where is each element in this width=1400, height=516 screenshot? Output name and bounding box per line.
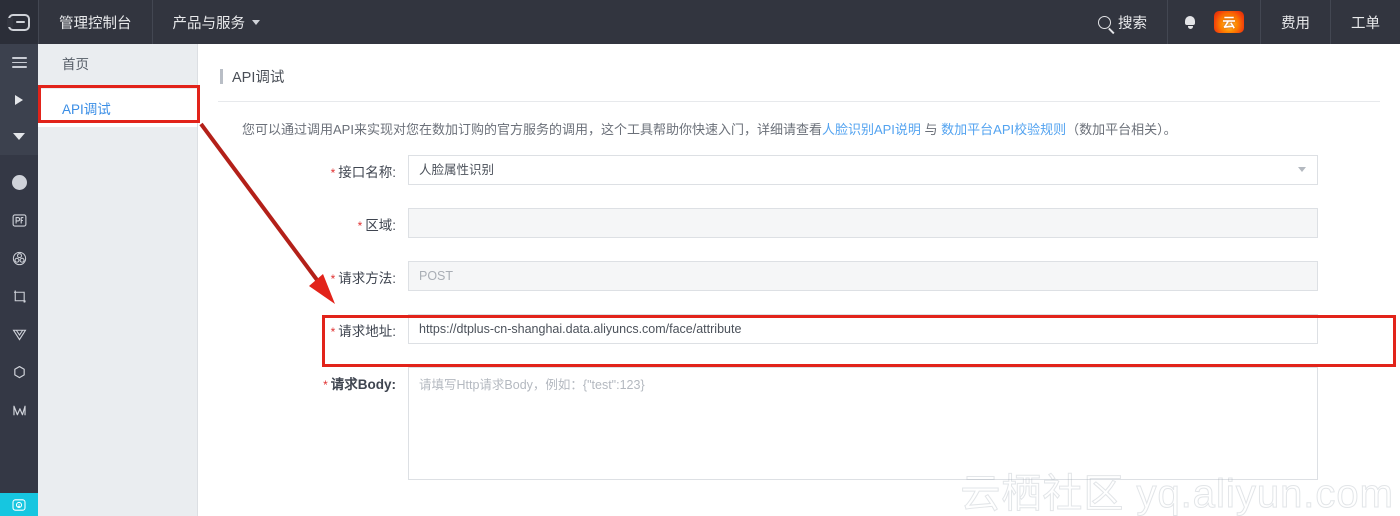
chart-zigzag-icon[interactable] xyxy=(0,391,38,429)
main-content: API调试 您可以通过调用API来实现对您在数加订购的官方服务的调用，这个工具帮… xyxy=(198,44,1400,516)
sidebar-item-api-debug[interactable]: API调试 xyxy=(38,89,197,127)
form-row-request-method: * 请求方法: POST xyxy=(198,260,1400,291)
description-prefix: 您可以通过调用API来实现对您在数加订购的官方服务的调用，这个工具帮助你快速入门… xyxy=(242,122,822,137)
ticket-label: 工单 xyxy=(1351,15,1380,32)
console-label: 管理控制台 xyxy=(59,15,132,32)
circle-icon[interactable] xyxy=(0,163,38,201)
region-input[interactable] xyxy=(408,207,1318,238)
form-row-region: * 区域: xyxy=(198,207,1400,238)
billing-link[interactable]: 费用 xyxy=(1260,0,1330,44)
secondary-nav-panel: 首页 API调试 xyxy=(38,44,198,516)
notifications-group: 云 xyxy=(1167,0,1260,44)
request-body-field: 请填写Http请求Body，例如：{"test":123} xyxy=(408,366,1318,480)
platform-api-validation-rules-link[interactable]: 数加平台API校验规则 xyxy=(941,122,1066,137)
search-label: 搜索 xyxy=(1118,15,1147,32)
page-header: API调试 xyxy=(198,44,1400,87)
description-suffix: （数加平台相关）。 xyxy=(1066,122,1177,137)
bell-icon[interactable] xyxy=(1184,16,1196,29)
top-header-bar: 管理控制台 产品与服务 搜索 云 费用 工单 xyxy=(0,0,1400,44)
sidebar-item-home[interactable]: 首页 xyxy=(38,44,197,82)
hamburger-bars xyxy=(11,54,27,71)
request-body-label: * 请求Body: xyxy=(198,367,408,393)
api-name-select[interactable]: 人脸属性识别 xyxy=(408,154,1318,185)
label-text: 接口名称: xyxy=(338,164,396,180)
aliyun-brand-badge-icon[interactable]: 云 xyxy=(1214,11,1244,33)
label-text: 请求方法: xyxy=(338,270,396,286)
chevron-down-icon xyxy=(252,19,260,25)
label-text: 请求地址: xyxy=(338,323,396,339)
region-field xyxy=(408,207,1318,238)
request-method-label: * 请求方法: xyxy=(198,261,408,287)
search-icon xyxy=(1098,15,1111,29)
api-debug-form: * 接口名称: 人脸属性识别 * 区域: * 请求方法: POST * 请求地址… xyxy=(198,140,1400,480)
rail-product-icons xyxy=(0,155,38,429)
page-description: 您可以通过调用API来实现对您在数加订购的官方服务的调用，这个工具帮助你快速入门… xyxy=(198,102,1400,140)
required-asterisk: * xyxy=(330,271,336,286)
crop-frame-icon[interactable] xyxy=(0,277,38,315)
triangle-down-shape xyxy=(13,133,25,140)
dataphin-icon[interactable] xyxy=(0,201,38,239)
console-home-link[interactable]: 管理控制台 xyxy=(38,0,152,44)
request-body-textarea[interactable]: 请填写Http请求Body，例如：{"test":123} xyxy=(408,366,1318,480)
region-label: * 区域: xyxy=(198,208,408,234)
app-root: 管理控制台 产品与服务 搜索 云 费用 工单 首页 API调试 API调试 您可… xyxy=(0,0,1400,516)
flower-cluster-icon[interactable] xyxy=(0,239,38,277)
triangle-down-icon[interactable] xyxy=(0,118,38,155)
aliyun-logo-icon[interactable] xyxy=(0,0,38,44)
hamburger-menu-icon[interactable] xyxy=(0,44,38,81)
form-row-request-url: * 请求地址: https://dtplus-cn-shanghai.data.a… xyxy=(198,313,1400,344)
label-text: 区域: xyxy=(365,217,396,233)
billing-label: 费用 xyxy=(1281,15,1310,32)
request-method-field: POST xyxy=(408,260,1318,291)
products-and-services-menu[interactable]: 产品与服务 xyxy=(151,0,281,44)
page-title: API调试 xyxy=(232,70,285,86)
triangle-right-shape xyxy=(15,94,23,105)
header-spacer xyxy=(280,0,1078,44)
sidebar-item-label: API调试 xyxy=(62,102,111,117)
form-row-request-body: * 请求Body: 请填写Http请求Body，例如：{"test":123} xyxy=(198,366,1400,480)
aliyun-logo-mark xyxy=(7,13,30,31)
request-url-label: * 请求地址: xyxy=(198,314,408,340)
request-url-field: https://dtplus-cn-shanghai.data.aliyuncs… xyxy=(408,313,1318,344)
face-recognition-api-doc-link[interactable]: 人脸识别API说明 xyxy=(822,122,921,137)
paper-plane-icon[interactable] xyxy=(0,315,38,353)
watermark: 云栖社区 yq.aliyun.com xyxy=(960,472,1394,516)
camera-scan-icon[interactable] xyxy=(0,493,38,516)
triangle-right-icon[interactable] xyxy=(0,81,38,118)
request-url-input[interactable]: https://dtplus-cn-shanghai.data.aliyuncs… xyxy=(408,313,1318,344)
required-asterisk: * xyxy=(330,165,336,180)
required-asterisk: * xyxy=(330,324,336,339)
form-row-api-name: * 接口名称: 人脸属性识别 xyxy=(198,154,1400,185)
ticket-link[interactable]: 工单 xyxy=(1330,0,1400,44)
api-name-field: 人脸属性识别 xyxy=(408,154,1318,185)
api-name-label: * 接口名称: xyxy=(198,155,408,181)
required-asterisk: * xyxy=(323,377,328,392)
circle-shape xyxy=(11,174,27,190)
search-button[interactable]: 搜索 xyxy=(1078,0,1167,44)
label-text: 请求Body: xyxy=(330,376,396,392)
description-mid: 与 xyxy=(920,122,942,137)
products-label: 产品与服务 xyxy=(172,15,246,32)
title-accent-bar xyxy=(220,69,223,84)
hexagon-icon[interactable] xyxy=(0,353,38,391)
left-icon-rail xyxy=(0,44,38,493)
sidebar-item-label: 首页 xyxy=(62,57,89,72)
chevron-down-icon[interactable] xyxy=(1298,166,1306,172)
request-method-input: POST xyxy=(408,260,1318,291)
rail-top-group xyxy=(0,44,38,155)
required-asterisk: * xyxy=(357,218,363,233)
